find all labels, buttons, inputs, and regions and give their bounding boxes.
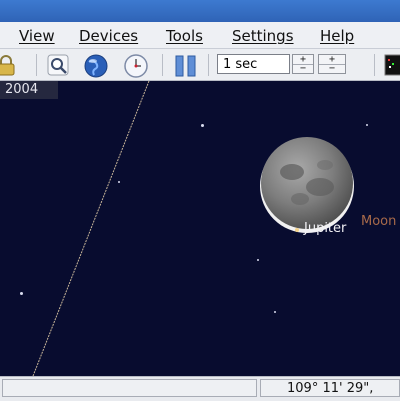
time-unit-stepper[interactable]: + − [318, 54, 346, 74]
unit-down-button[interactable]: − [319, 64, 345, 74]
star[interactable] [201, 124, 204, 127]
globe-icon[interactable] [83, 53, 108, 78]
star[interactable] [20, 292, 23, 295]
menu-view[interactable]: View [19, 27, 55, 45]
jupiter-label: Jupiter [304, 221, 347, 236]
time-step-input[interactable] [217, 54, 290, 74]
clock-icon[interactable] [123, 53, 148, 78]
sky-map[interactable]: 2004 Jupiter Moon [0, 81, 400, 376]
step-down-button[interactable]: − [293, 64, 313, 74]
menu-settings[interactable]: Settings [232, 27, 294, 45]
status-bar: 109° 11' 29", [0, 376, 400, 401]
toolbar-separator [374, 54, 375, 76]
lock-icon[interactable] [0, 53, 18, 77]
pause-icon[interactable] [173, 53, 197, 77]
star[interactable] [274, 311, 276, 313]
toolbar-separator [36, 54, 37, 76]
menu-bar: View Devices Tools Settings Help [0, 22, 400, 49]
time-step-stepper[interactable]: + − [292, 54, 314, 74]
toolbar-separator [162, 54, 163, 76]
screen-icon[interactable] [384, 53, 400, 77]
menu-help[interactable]: Help [320, 27, 354, 45]
coordinates-readout: 109° 11' 29", [287, 381, 374, 396]
status-message-cell [2, 379, 257, 397]
toolbar-separator [208, 54, 209, 76]
star[interactable] [366, 124, 368, 126]
menu-tools[interactable]: Tools [166, 27, 203, 45]
status-coordinates-cell: 109° 11' 29", [260, 379, 400, 397]
jupiter-marker [295, 228, 299, 232]
ecliptic-line [32, 81, 150, 376]
menu-devices[interactable]: Devices [79, 27, 138, 45]
find-object-icon[interactable] [46, 53, 70, 77]
star[interactable] [118, 181, 120, 183]
star[interactable] [257, 259, 259, 261]
date-label: 2004 [0, 81, 58, 99]
window-title-bar[interactable] [0, 0, 400, 22]
toolbar: + − + − [0, 49, 400, 81]
moon-label: Moon [361, 214, 397, 229]
moon-icon [260, 137, 354, 233]
